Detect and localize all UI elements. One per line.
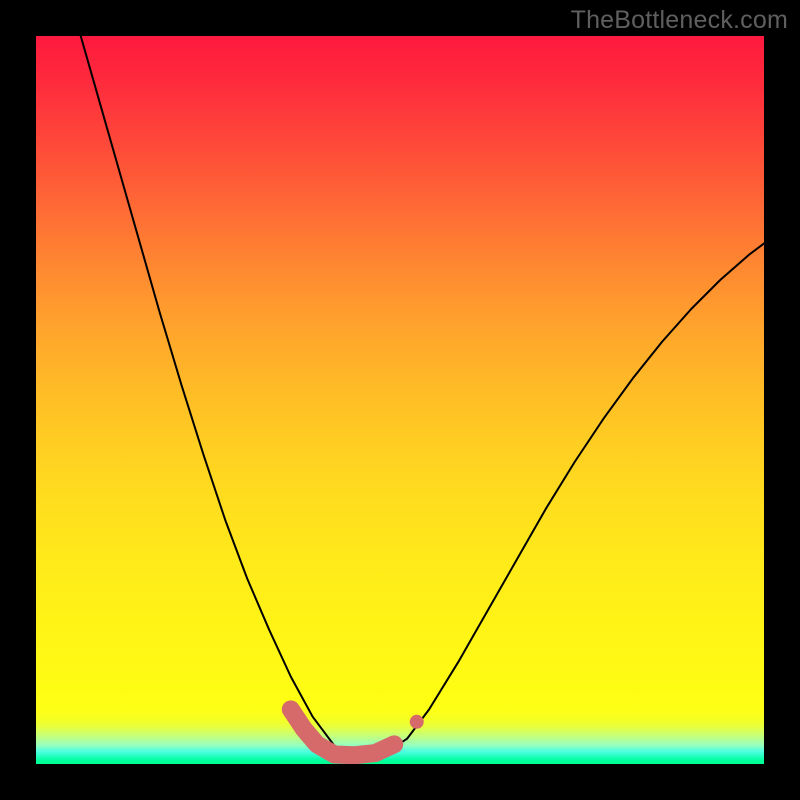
- series-left-branch: [72, 36, 349, 757]
- chart-svg: [36, 36, 764, 764]
- chart-frame: TheBottleneck.com: [0, 0, 800, 800]
- series-right-branch: [349, 243, 764, 756]
- watermark-text: TheBottleneck.com: [571, 6, 788, 35]
- plot-area: [36, 36, 764, 764]
- series-accent-plateau: [291, 709, 394, 755]
- series-accent-dot: [410, 715, 424, 729]
